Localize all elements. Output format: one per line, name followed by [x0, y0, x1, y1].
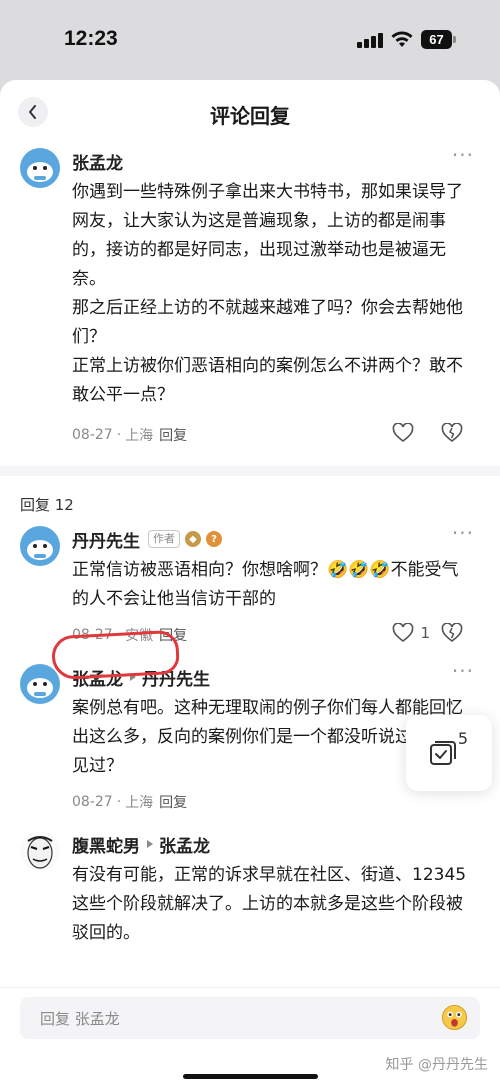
- avatar[interactable]: [20, 664, 60, 704]
- author-name[interactable]: 腹黑蛇男: [72, 832, 140, 857]
- reply-meta: 08-27 · 上海 回复: [72, 792, 188, 812]
- reply-text: 有没有可能，正常的诉求早就在社区、街道、12345这些个阶段就解决了。上访的本就…: [72, 865, 467, 943]
- floating-checklist-button[interactable]: 5: [406, 715, 492, 791]
- comment-date: 08-27: [72, 427, 113, 443]
- more-options-icon[interactable]: ···: [452, 523, 474, 543]
- author-tag: 作者: [148, 530, 180, 548]
- reply-arrow-icon: [147, 840, 153, 848]
- status-time: 12:23: [64, 27, 118, 50]
- battery-level: 67: [421, 30, 452, 49]
- heart-icon: [393, 623, 414, 643]
- comment-paragraph: 你遇到一些特殊例子拿出来大书特书，那如果误导了网友，让大家认为这是普遍现象，上访…: [72, 182, 463, 289]
- home-indicator: [183, 1074, 318, 1079]
- emoji-icon[interactable]: [441, 1004, 468, 1031]
- reply-text: 正常信访被恶语相向？你想啥啊？🤣🤣🤣不能受气的人不会让他当信访干部的: [72, 560, 459, 609]
- comment-meta: 08-27 · 上海 回复: [72, 420, 472, 450]
- reply-item: 丹丹先生 作者 ◆ ? ··· 正常信访被恶语相向？你想啥啊？🤣🤣🤣不能受气的人…: [0, 523, 500, 650]
- bottom-reply-bar: 回复 张孟龙 知乎 @丹丹先生: [0, 987, 500, 1087]
- reply-input[interactable]: 回复 张孟龙: [20, 997, 480, 1039]
- reply-input-placeholder: 回复 张孟龙: [40, 1010, 120, 1028]
- level-badge-icon: ◆: [185, 531, 201, 547]
- watermark: 知乎 @丹丹先生: [385, 1057, 488, 1073]
- checklist-icon: [430, 741, 456, 765]
- heart-icon: [392, 423, 414, 443]
- reply-date: 08-27: [72, 794, 113, 810]
- more-options-icon[interactable]: ···: [452, 145, 474, 165]
- cellular-signal-icon: [357, 32, 383, 48]
- reply-button[interactable]: 回复: [159, 792, 187, 812]
- reply-to-name[interactable]: 张孟龙: [159, 832, 210, 857]
- comment-paragraph: 那之后正经上访的不就越来越难了吗？你会去帮她他们？: [72, 298, 463, 347]
- section-divider: [0, 466, 500, 476]
- like-button[interactable]: 1: [392, 623, 430, 643]
- dislike-button[interactable]: [441, 622, 463, 647]
- comment-location: 上海: [125, 428, 154, 444]
- reply-item: 腹黑蛇男 张孟龙 有没有可能，正常的诉求早就在社区、街道、12345这些个阶段就…: [0, 831, 500, 948]
- reply-count: 回复 12: [20, 496, 74, 514]
- more-options-icon[interactable]: ···: [452, 661, 474, 681]
- comment-paragraph: 正常上访被你们恶语相向的案例怎么不讲两个？敢不敢公平一点？: [72, 356, 463, 405]
- broken-heart-icon: [441, 422, 463, 443]
- highlight-circle: [50, 629, 181, 681]
- avatar[interactable]: [20, 831, 60, 871]
- nav-bar: 评论回复: [0, 80, 500, 144]
- broken-heart-icon: [441, 622, 463, 643]
- author-name[interactable]: 张孟龙: [72, 149, 123, 174]
- checklist-count: 5: [457, 729, 468, 748]
- comment-sheet: 评论回复 张孟龙 ··· 你遇到一些特殊例子拿出来大书特书，那如果误导了网友，让…: [0, 80, 500, 1087]
- comment-text: 你遇到一些特殊例子拿出来大书特书，那如果误导了网友，让大家认为这是普遍现象，上访…: [72, 178, 472, 410]
- page-title: 评论回复: [210, 104, 290, 128]
- avatar[interactable]: [20, 526, 60, 566]
- like-button[interactable]: [392, 423, 414, 443]
- status-bar: 12:23 67: [0, 0, 500, 80]
- main-comment: 张孟龙 ··· 你遇到一些特殊例子拿出来大书特书，那如果误导了网友，让大家认为这…: [0, 145, 500, 450]
- like-count: 1: [420, 624, 430, 642]
- battery-icon: 67: [421, 30, 457, 49]
- reply-button[interactable]: 回复: [159, 425, 187, 445]
- wifi-icon: [391, 31, 413, 47]
- dislike-button[interactable]: [441, 422, 463, 447]
- reply-location: 上海: [125, 795, 154, 811]
- avatar[interactable]: [20, 148, 60, 188]
- question-badge-icon: ?: [206, 531, 222, 547]
- author-name[interactable]: 丹丹先生: [72, 527, 140, 552]
